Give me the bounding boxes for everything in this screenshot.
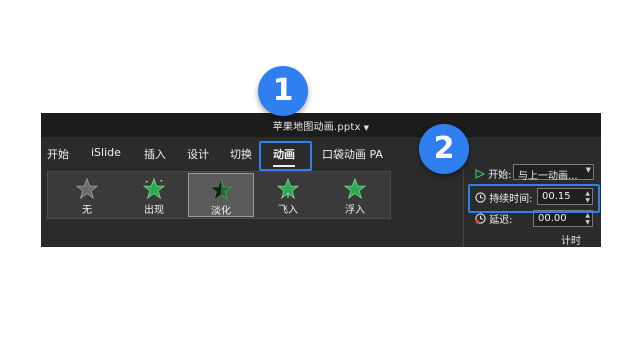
chevron-down-icon: ▼	[363, 124, 370, 132]
tab-insert[interactable]: 插入	[144, 146, 166, 162]
star-fly-icon	[277, 178, 299, 199]
animation-gallery: 无 出现 淡化 飞入 浮入	[47, 171, 391, 219]
timing-group-label: 计时	[561, 236, 581, 247]
animation-label: 飞入	[278, 205, 298, 216]
duration-highlight	[468, 184, 600, 213]
tab-design[interactable]: 设计	[187, 146, 209, 162]
animation-tab-highlight	[259, 141, 312, 171]
star-green-icon	[344, 178, 366, 199]
animation-label: 淡化	[211, 206, 231, 217]
start-row: 开始:	[475, 166, 512, 182]
delay-row: 延迟:	[475, 211, 513, 227]
play-icon	[475, 168, 486, 182]
animation-fly-in[interactable]: 飞入	[255, 173, 321, 217]
spin-arrows-icon[interactable]: ▲ ▼	[585, 212, 590, 226]
delay-label: 延迟:	[489, 215, 513, 226]
star-half-icon	[210, 179, 232, 200]
start-label: 开始:	[488, 170, 512, 181]
group-divider	[463, 169, 464, 247]
step-badge-2: 2	[419, 124, 469, 174]
star-gray-icon	[76, 178, 98, 199]
tab-transitions[interactable]: 切换	[230, 146, 252, 162]
tab-home[interactable]: 开始	[47, 146, 69, 162]
star-green-icon	[143, 178, 165, 199]
animation-fade[interactable]: 淡化	[188, 173, 254, 217]
animation-label: 出现	[144, 205, 164, 216]
powerpoint-ribbon-screenshot: 苹果地图动画.pptx ▼ 开始 iSlide 插入 设计 切换 动画 口袋动画 …	[41, 113, 601, 247]
document-title[interactable]: 苹果地图动画.pptx ▼	[41, 118, 601, 133]
document-title-text: 苹果地图动画.pptx	[272, 122, 361, 133]
animation-float-in[interactable]: 浮入	[322, 173, 388, 217]
animation-appear[interactable]: 出现	[121, 173, 187, 217]
start-select-value: 与上一动画...	[518, 171, 578, 182]
delay-value: 00.00	[538, 213, 567, 224]
animation-none[interactable]: 无	[54, 173, 120, 217]
tab-islide[interactable]: iSlide	[91, 146, 121, 159]
start-select[interactable]: 与上一动画... ▼	[513, 164, 594, 182]
title-bar: 苹果地图动画.pptx ▼	[41, 113, 601, 137]
tab-pocket-animation[interactable]: 口袋动画 PA	[322, 146, 383, 162]
animation-label: 浮入	[345, 205, 365, 216]
animation-label: 无	[82, 205, 92, 216]
delay-clock-icon	[475, 213, 486, 227]
chevron-down-icon[interactable]: ▼	[586, 167, 591, 174]
step-badge-1: 1	[258, 66, 308, 116]
